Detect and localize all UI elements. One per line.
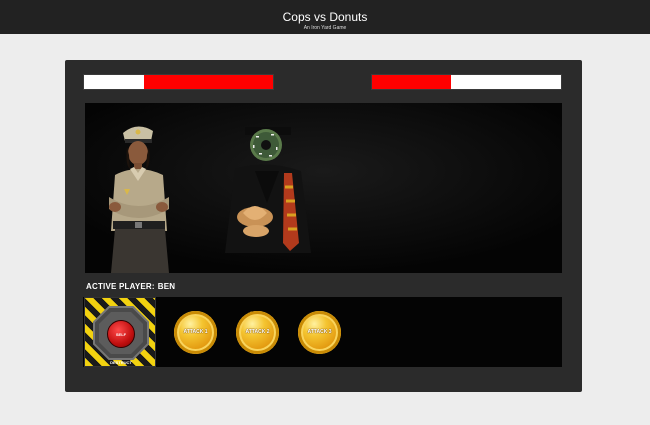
self-destruct-button[interactable]: SELF DESTRUCT [107,320,135,365]
active-player-label: ACTIVE PLAYER: [86,282,155,291]
self-destruct-hazard-frame: SELF DESTRUCT [84,297,156,367]
arena-artwork [85,103,562,273]
controls-panel: SELF DESTRUCT ATTACK 1 ATTACK 2 ATTACK 3 [83,297,562,367]
attack-2-button[interactable]: ATTACK 2 [236,311,279,354]
cop-health-bar [83,74,274,90]
attack-1-button[interactable]: ATTACK 1 [174,311,217,354]
active-player-status: ACTIVE PLAYER: BEN [86,282,175,291]
active-player-name: BEN [157,282,176,291]
game-panel: ACTIVE PLAYER: BEN SELF DESTRUCT ATTACK 1… [65,60,582,392]
cop-health-fill [144,75,273,89]
attack-3-button[interactable]: ATTACK 3 [298,311,341,354]
header-bar: Cops vs Donuts An Iron Yard Game [0,0,650,34]
battle-arena [85,103,562,273]
donut-health-bar [371,74,562,90]
page-subtitle: An Iron Yard Game [303,25,347,31]
donut-health-fill [372,75,452,89]
page-title: Cops vs Donuts [282,10,368,24]
